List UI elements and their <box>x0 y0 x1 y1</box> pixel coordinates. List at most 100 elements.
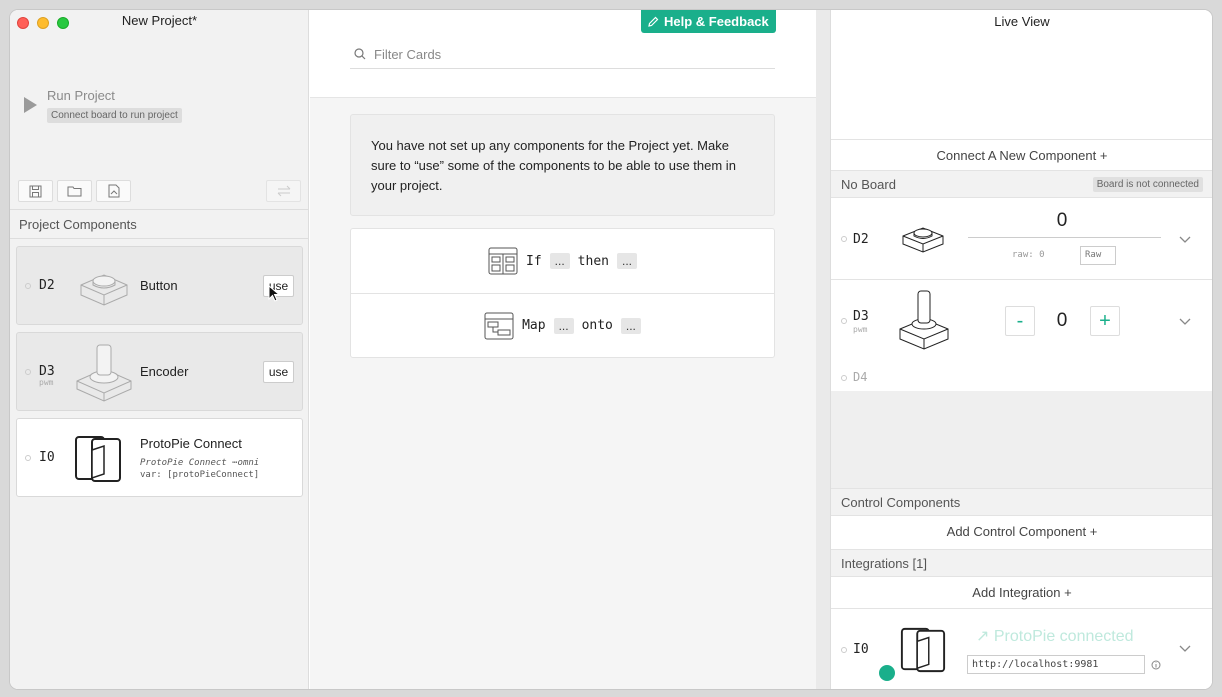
protopie-icon <box>75 436 121 482</box>
raw-value-text: raw: 0 <box>1012 250 1045 260</box>
component-card-protopie: I0 ProtoPie Connect ProtoPie Connect ⋯om… <box>16 418 303 497</box>
pin-label: D3 <box>853 309 869 324</box>
window-title: New Project* <box>121 13 198 28</box>
card-slot: ... <box>616 253 637 269</box>
pencil-icon <box>648 16 659 27</box>
component-card-button: D2 Button use <box>16 246 303 325</box>
pin-label: D3 <box>39 364 55 379</box>
left-panel: New Project* Run Project Connect board t… <box>10 10 309 689</box>
integrations-header: Integrations [1] <box>831 549 1212 576</box>
add-integration-button[interactable]: Add Integration + <box>831 576 1212 608</box>
status-dot <box>25 283 31 289</box>
status-dot <box>841 647 847 653</box>
help-feedback-button[interactable]: Help & Feedback <box>641 10 776 33</box>
empty-area <box>831 391 1212 488</box>
component-var: var: [protoPieConnect] <box>140 470 260 480</box>
save-icon <box>29 185 42 197</box>
export-file-icon <box>108 184 119 198</box>
app-window: New Project* Run Project Connect board t… <box>10 10 1212 689</box>
live-device-d3: D3 pwm - 0 + D4 <box>831 279 1212 391</box>
pin-label: I0 <box>39 450 55 465</box>
run-project-label: Run Project <box>47 88 115 103</box>
use-button-d3[interactable]: use <box>263 361 294 383</box>
card-slot: ... <box>620 317 641 334</box>
card-list: If ... then ... Map ... onto ... <box>350 228 775 358</box>
pin-label: I0 <box>853 642 869 657</box>
cards-header: Help & Feedback <box>310 10 816 98</box>
button-component-icon <box>80 274 128 306</box>
component-subtitle: ProtoPie Connect ⋯omni <box>140 458 260 468</box>
if-then-card-icon <box>488 247 518 275</box>
cards-panel: Help & Feedback You have not set up any … <box>310 10 816 689</box>
d2-value: 0 <box>1056 210 1068 231</box>
folder-icon <box>67 186 82 197</box>
open-folder-button[interactable] <box>57 180 92 202</box>
save-button[interactable] <box>18 180 53 202</box>
button-device-icon <box>902 227 944 253</box>
card-keyword-onto: onto <box>581 318 613 333</box>
pin-label: D2 <box>39 278 55 293</box>
status-dot <box>25 455 31 461</box>
increment-button[interactable]: + <box>1090 306 1120 336</box>
help-feedback-label: Help & Feedback <box>664 14 769 29</box>
live-device-d2: D2 0 raw: 0 Raw <box>831 197 1212 279</box>
file-toolbar <box>18 180 131 202</box>
d3-value: 0 <box>1056 310 1068 331</box>
card-keyword-if: If <box>526 253 542 269</box>
play-icon <box>24 97 37 113</box>
live-view-panel: Live View Connect A New Component + No B… <box>830 10 1212 689</box>
component-card-encoder: D3 pwm Encoder use <box>16 332 303 411</box>
status-dot <box>25 369 31 375</box>
value-bar <box>968 237 1161 238</box>
swap-arrows-icon <box>277 185 290 197</box>
component-name: Encoder <box>140 364 189 379</box>
info-icon[interactable] <box>1151 660 1161 670</box>
export-button[interactable] <box>96 180 131 202</box>
live-view-title: Live View <box>994 14 1050 29</box>
card-if-then[interactable]: If ... then ... <box>351 229 774 293</box>
encoder-component-icon <box>76 344 132 402</box>
card-keyword-map: Map <box>522 318 546 333</box>
protopie-connection-status: ↗ ProtoPie connected <box>976 628 1134 645</box>
chevron-down-icon[interactable] <box>1179 233 1191 245</box>
component-name: ProtoPie Connect <box>140 436 242 451</box>
filter-cards-input[interactable] <box>374 46 754 62</box>
pin-sub-label: pwm <box>39 378 54 387</box>
protopie-url-field[interactable]: http://localhost:9981 <box>967 655 1145 674</box>
card-keyword-then: then <box>577 253 609 269</box>
swap-button[interactable] <box>266 180 301 202</box>
protopie-icon <box>900 627 946 673</box>
board-label: No Board <box>841 177 896 192</box>
card-slot: ... <box>553 317 574 334</box>
panel-divider[interactable] <box>816 10 830 689</box>
board-status-badge: Board is not connected <box>1092 177 1203 192</box>
filter-cards-field <box>350 40 775 69</box>
board-header: No Board Board is not connected <box>831 170 1212 197</box>
component-details: ProtoPie Connect ⋯omni var: [protoPieCon… <box>140 457 259 481</box>
connect-component-button[interactable]: Connect A New Component + <box>831 139 1212 170</box>
status-dot <box>841 375 847 381</box>
run-project-hint: Connect board to run project <box>47 108 182 123</box>
encoder-device-icon <box>899 290 949 350</box>
add-control-component-button[interactable]: Add Control Component + <box>831 515 1212 547</box>
component-name: Button <box>140 278 178 293</box>
card-map-onto[interactable]: Map ... onto ... <box>351 293 774 357</box>
control-components-header: Control Components <box>831 488 1212 515</box>
no-components-notice: You have not set up any components for t… <box>350 114 775 216</box>
raw-toggle-button[interactable]: Raw <box>1080 246 1116 265</box>
run-project-button[interactable]: Run Project Connect board to run project <box>24 88 182 123</box>
pin-sub-label: pwm <box>853 325 868 334</box>
map-onto-card-icon <box>484 312 514 339</box>
live-device-i0: I0 ↗ ProtoPie connected http://localhost… <box>831 608 1212 689</box>
chevron-down-icon[interactable] <box>1179 315 1191 327</box>
cursor-icon <box>268 285 280 302</box>
connected-indicator <box>879 665 895 681</box>
pin-label: D2 <box>853 232 869 247</box>
status-dot <box>841 318 847 324</box>
search-icon <box>354 48 366 60</box>
status-dot <box>841 236 847 242</box>
card-slot: ... <box>549 253 570 269</box>
project-components-header: Project Components <box>10 209 309 239</box>
chevron-down-icon[interactable] <box>1179 642 1191 654</box>
decrement-button[interactable]: - <box>1005 306 1035 336</box>
